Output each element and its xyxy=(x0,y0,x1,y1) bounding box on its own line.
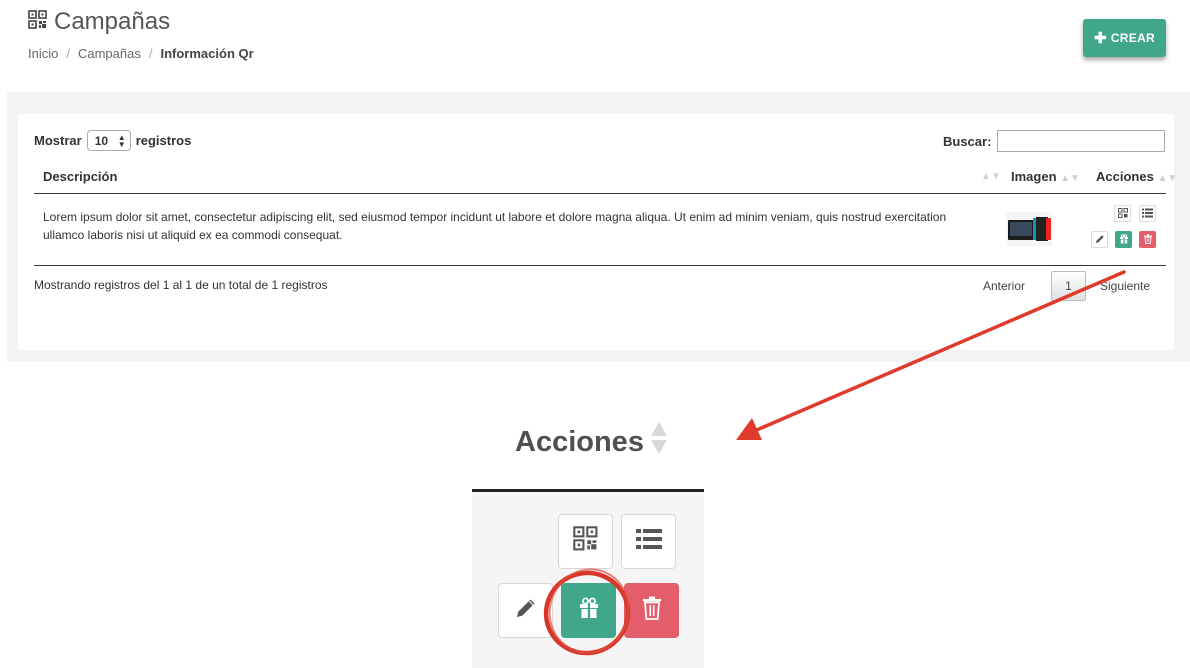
column-label-description: Descripción xyxy=(43,169,118,184)
table-bottom-divider xyxy=(34,265,1166,266)
column-label-image: Imagen xyxy=(1011,169,1057,184)
list-button[interactable] xyxy=(1139,205,1156,222)
column-header-image[interactable]: Imagen ▲▼ xyxy=(1011,169,1080,184)
sort-icon xyxy=(650,421,668,463)
sort-icon: ▲▼ xyxy=(1060,173,1080,184)
sort-icon: ▲▼ xyxy=(1157,173,1178,184)
column-header-actions[interactable]: Acciones ▲▼ xyxy=(1096,169,1177,184)
pagination-next[interactable]: Siguiente xyxy=(1100,271,1150,301)
qr-icon xyxy=(572,526,599,557)
pencil-icon xyxy=(1095,231,1105,249)
page-title-text: Campañas xyxy=(54,8,171,35)
sort-icon: ▲▼ xyxy=(981,171,1001,182)
page-title: Campañas xyxy=(28,8,170,36)
pagination-previous[interactable]: Anterior xyxy=(983,271,1025,301)
list-icon xyxy=(635,528,662,555)
breadcrumb-campaigns[interactable]: Campañas xyxy=(78,46,141,61)
zoom-delete-button[interactable] xyxy=(624,583,679,638)
show-label: Mostrar xyxy=(34,133,82,148)
page-length-control: Mostrar 10 ▲ ▼ registros xyxy=(34,130,191,151)
plus-icon: ✚ xyxy=(1093,29,1107,47)
zoom-list-button[interactable] xyxy=(621,514,676,569)
delete-button[interactable] xyxy=(1139,231,1156,248)
gift-icon xyxy=(1119,231,1129,249)
list-icon xyxy=(1142,205,1153,223)
create-button[interactable]: ✚ CREAR xyxy=(1083,19,1166,57)
search-input[interactable] xyxy=(997,130,1166,152)
breadcrumb: Inicio / Campañas / Información Qr xyxy=(28,46,254,61)
search-label: Buscar: xyxy=(943,133,992,149)
breadcrumb-current: Información Qr xyxy=(160,46,254,61)
pagination-page-1[interactable]: 1 xyxy=(1051,271,1086,301)
table-info: Mostrando registros del 1 al 1 de un tot… xyxy=(34,278,328,292)
qr-icon xyxy=(28,9,48,35)
column-label-actions: Acciones xyxy=(1096,169,1154,184)
records-label: registros xyxy=(135,133,192,148)
pencil-icon xyxy=(514,596,538,625)
trash-icon xyxy=(642,596,662,625)
gift-icon xyxy=(578,597,600,624)
page-length-value: 10 xyxy=(94,133,109,148)
table-row-description: Lorem ipsum dolor sit amet, consectetur … xyxy=(43,210,947,242)
search-control: Buscar: xyxy=(943,130,1166,152)
page-length-select[interactable]: 10 ▲ ▼ xyxy=(86,130,131,151)
zoom-gift-button[interactable] xyxy=(561,583,616,638)
product-image xyxy=(1006,212,1052,246)
zoom-actions-label: Acciones xyxy=(515,425,644,458)
breadcrumb-home[interactable]: Inicio xyxy=(28,46,58,61)
table-header-divider xyxy=(34,193,1166,194)
column-header-description[interactable]: Descripción xyxy=(43,169,117,184)
select-arrows-icon: ▲ ▼ xyxy=(117,132,126,149)
zoom-edit-button[interactable] xyxy=(498,583,553,638)
zoom-qr-button[interactable] xyxy=(558,514,613,569)
edit-button[interactable] xyxy=(1091,231,1108,248)
gift-button[interactable] xyxy=(1115,231,1132,248)
trash-icon xyxy=(1143,231,1153,249)
create-button-label: CREAR xyxy=(1110,31,1156,45)
qr-icon xyxy=(1117,205,1128,223)
zoom-actions-header: Acciones xyxy=(515,421,668,463)
qr-button[interactable] xyxy=(1114,205,1131,222)
